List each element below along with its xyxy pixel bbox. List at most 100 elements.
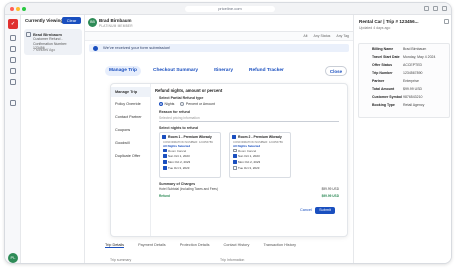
tab-refund-tracker[interactable]: Refund Tracker xyxy=(245,66,288,76)
room-1-night-2[interactable]: Mon Oct 2, 2023 xyxy=(163,160,190,164)
tab-transaction-history[interactable]: Transaction History xyxy=(263,243,296,248)
more-options-icon[interactable] xyxy=(444,19,449,24)
modal-nav-manage-trip[interactable]: Manage Trip xyxy=(111,87,151,97)
modal-nav-goodwill[interactable]: Goodwill xyxy=(115,141,130,145)
submit-button[interactable]: Submit xyxy=(315,207,335,214)
close-window-button[interactable] xyxy=(10,7,14,11)
trip-info-key: Travel Start Date xyxy=(372,55,400,59)
room-1-night-1[interactable]: Sun Oct 1, 2023 xyxy=(163,154,190,158)
tab-contact-history[interactable]: Contact History xyxy=(223,243,249,248)
manage-trip-modal: Manage Trip Policy Override Contact Part… xyxy=(110,83,348,237)
address-bar[interactable]: priceline.com xyxy=(185,6,275,12)
trip-info-key: Partner xyxy=(372,79,385,83)
agent-name: Brad Birnbaum xyxy=(99,18,132,23)
checkbox-icon xyxy=(233,154,237,158)
modal-nav: Manage Trip Policy Override Contact Part… xyxy=(111,84,151,236)
trip-info-value: Monday, May 4 2024 xyxy=(403,55,436,59)
filter-bar: Alt Any Status Any Tag xyxy=(85,32,353,41)
clear-button[interactable]: Clear xyxy=(62,17,81,24)
room-2-cancel-label: Room Cancel xyxy=(238,148,257,153)
room-1-cancel[interactable]: Room Cancel xyxy=(163,149,186,153)
summary-row-refund: Refund $99.99 USD xyxy=(159,194,339,198)
trip-info-key: Billing Name xyxy=(372,47,394,51)
summary-value: $99.99 USD xyxy=(321,194,339,198)
nights-title: Select nights to refund xyxy=(159,126,198,130)
room-card-2: Room 2 - Premium Wkeady CONFIRMATION NUM… xyxy=(229,132,291,178)
modal-nav-contact-partner[interactable]: Contact Partner xyxy=(115,115,142,119)
viewing-title: Currently Viewing xyxy=(25,18,64,23)
night-label: Tue Oct 3, 2023 xyxy=(238,166,260,170)
checkbox-icon xyxy=(163,160,167,164)
filter-status[interactable]: Any Status xyxy=(313,34,330,38)
modal-nav-coupons[interactable]: Coupons xyxy=(115,128,130,132)
check-circle-icon xyxy=(93,45,98,51)
tab-itinerary[interactable]: Itinerary xyxy=(210,66,237,76)
reports-icon[interactable] xyxy=(10,68,16,74)
trip-info-key: Trip Number xyxy=(372,71,393,75)
users-icon[interactable] xyxy=(10,46,16,52)
inbox-icon[interactable] xyxy=(10,35,16,41)
filter-all[interactable]: Alt xyxy=(303,34,307,38)
room-1-cancel-label: Room Cancel xyxy=(168,148,187,153)
submission-notice-text: We've received your form submission! xyxy=(103,45,171,50)
knowledge-icon[interactable] xyxy=(10,79,16,85)
room-2-title: Room 2 - Premium Wkeady xyxy=(238,135,282,139)
room-1-night-3[interactable]: Tue Oct 3, 2023 xyxy=(163,166,189,170)
app-logo-icon[interactable]: ✓ xyxy=(8,19,18,29)
room-2-night-3[interactable]: Tue Oct 3, 2023 xyxy=(233,166,259,170)
room-1-all-nights[interactable]: All Nights Selected xyxy=(163,144,190,148)
checkbox-icon xyxy=(163,148,167,153)
settings-icon[interactable] xyxy=(10,100,16,106)
tabs-icon[interactable] xyxy=(442,6,447,11)
new-tab-icon[interactable] xyxy=(433,6,438,11)
tab-manage-trip[interactable]: Manage Trip xyxy=(105,66,141,76)
room-2-cancel[interactable]: Room Cancel xyxy=(233,149,256,153)
reason-input[interactable]: Selected pricing information xyxy=(159,115,339,122)
room-2-night-1[interactable]: Sun Oct 1, 2023 xyxy=(233,154,260,158)
summary-label: Hotel Subtotal (including Taxes and Fees… xyxy=(159,187,218,191)
close-button[interactable]: Close xyxy=(325,66,347,76)
trip-info-key: Total Amount xyxy=(372,87,395,91)
minimize-window-button[interactable] xyxy=(16,7,20,11)
maximize-window-button[interactable] xyxy=(22,7,26,11)
bottom-tabs: Trip Details Payment Details Protection … xyxy=(105,243,296,248)
radio-off-icon xyxy=(180,102,185,107)
summary-row-subtotal: Hotel Subtotal (including Taxes and Fees… xyxy=(159,187,339,191)
room-2-checkbox[interactable] xyxy=(232,135,236,139)
room-2-all-nights[interactable]: All Nights Selected xyxy=(233,144,260,148)
trip-info-key: Customer Symbol xyxy=(372,95,402,99)
trip-info-value: 9876543210 xyxy=(403,95,423,99)
trip-summary-label: Trip summary xyxy=(110,258,132,262)
filter-tag[interactable]: Any Tag xyxy=(336,34,349,38)
modal-nav-duplicate-offer[interactable]: Duplicate Offer xyxy=(115,154,140,158)
tab-protection-details[interactable]: Protection Details xyxy=(180,243,210,248)
conversation-header: BB Brad Birnbaum PLATINUM MEMBER xyxy=(85,15,353,32)
radio-percent[interactable]: Percent or Amount xyxy=(180,102,215,107)
room-1-checkbox[interactable] xyxy=(162,135,166,139)
refund-title: Refund nights, amount or percent xyxy=(155,88,223,93)
chat-icon[interactable] xyxy=(10,57,16,63)
browser-actions xyxy=(424,6,447,11)
trip-info-value: Enterprise xyxy=(403,79,419,83)
tab-payment-details[interactable]: Payment Details xyxy=(138,243,166,248)
share-icon[interactable] xyxy=(424,6,429,11)
trip-tabs: Manage Trip Checkout Summary Itinerary R… xyxy=(105,65,288,77)
tab-trip-details[interactable]: Trip Details xyxy=(105,243,125,248)
summary-title: Summary of Charges xyxy=(159,182,196,186)
trip-details-panel: Rental Car | Trip # 123456... Updated 4 … xyxy=(353,15,451,263)
cancel-button[interactable]: Cancel xyxy=(300,208,312,212)
radio-nights[interactable]: Nights xyxy=(159,102,174,107)
app-window: priceline.com ✓ PL Currently Viewing Cle… xyxy=(4,2,452,264)
room-2-night-2[interactable]: Mon Oct 2, 2023 xyxy=(233,160,260,164)
checkbox-icon xyxy=(163,154,167,158)
partial-refund-title: Select Partial Refund type xyxy=(159,96,204,100)
radio-on-icon xyxy=(159,102,163,107)
reason-title: Reason for refund xyxy=(159,110,190,114)
trip-info-key: Offer Status xyxy=(372,63,393,67)
ticket-icon xyxy=(26,32,31,37)
user-avatar[interactable]: PL xyxy=(8,253,18,263)
viewing-card[interactable]: Brad Birnbaum Customer Refund - Confirma… xyxy=(24,29,82,55)
tab-checkout-summary[interactable]: Checkout Summary xyxy=(149,66,202,76)
night-label: Mon Oct 2, 2023 xyxy=(238,160,261,164)
modal-nav-policy-override[interactable]: Policy Override xyxy=(115,102,141,106)
